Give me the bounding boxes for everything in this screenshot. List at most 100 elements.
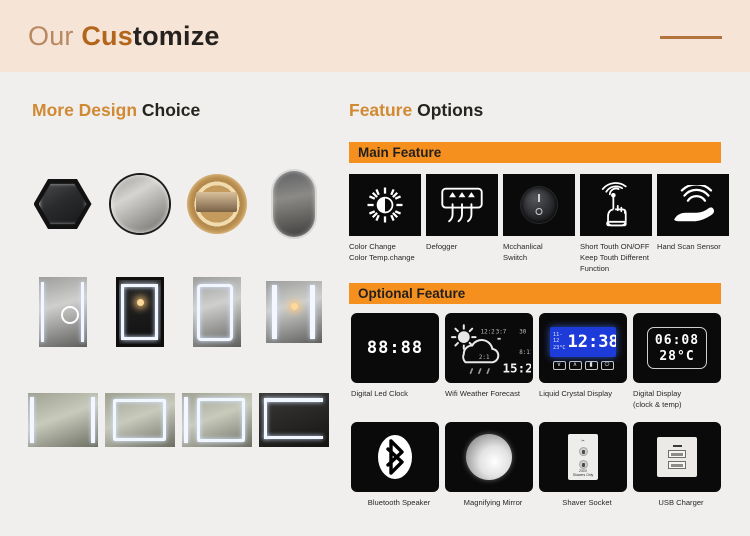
- gallery-item-vertical-led-mirror-magnifier[interactable]: [24, 260, 101, 364]
- feature-label-wifi-weather-forecast: Wifi Weather Forecast: [445, 389, 520, 398]
- shaver-socket-icon: ✂ 230V Shavers Only: [539, 422, 627, 492]
- gallery-item-vertical-frontlit-led-mirror[interactable]: [178, 260, 255, 364]
- gallery-item-vertical-framed-led-mirror[interactable]: [101, 260, 178, 364]
- main-feature-bar-label: Main Feature: [358, 145, 442, 160]
- shaver-socket-caption: 230V Shavers Only: [572, 468, 594, 477]
- gallery-item-round-led-mirror[interactable]: [101, 152, 178, 256]
- feature-label-digital-display: Digital Display (clock & temp): [633, 389, 682, 409]
- brightness-sun-icon: [349, 174, 421, 236]
- svg-text:2:1: 2:1: [479, 355, 490, 361]
- vertical-strip-mirror-shape: [265, 281, 322, 343]
- gallery-item-landscape-frontlit-frame-mirror[interactable]: [101, 368, 178, 472]
- svg-text:8:11: 8:11: [519, 350, 531, 356]
- usb-charger-icon: [633, 422, 721, 492]
- optional-feature-tiles-row1: 88:88 Digital Led Clock 12:2 3:7 30 2:1 …: [351, 313, 721, 410]
- gallery-item-hexagon-led-mirror[interactable]: [24, 152, 101, 256]
- svg-text:12:2: 12:2: [481, 330, 496, 336]
- wifi-weather-icon: 12:23:7 30 2:1 8:11 15:28: [445, 313, 533, 383]
- optional-feature-bar: Optional Feature: [349, 283, 721, 304]
- shaver-socket-plate: ✂ 230V Shavers Only: [568, 434, 598, 480]
- gallery-row: [24, 258, 334, 366]
- feature-tile-liquid-crystal-display[interactable]: 11-12 23°C 12:38 ∨ ∧ ▮ ⏻ Liquid Crystal …: [539, 313, 627, 410]
- feature-tile-touch-sensor[interactable]: Short Touth ON/OFF Keep Touth Different …: [580, 174, 652, 274]
- feature-tile-color-change[interactable]: Color Change Color Temp.change: [349, 174, 421, 274]
- lcd-button-power[interactable]: ⏻: [600, 360, 614, 370]
- right-section-title: Feature Options: [349, 100, 483, 121]
- lcd-button-up[interactable]: ∧: [568, 360, 582, 370]
- digital-display-temp: 28°C: [659, 348, 695, 364]
- feature-label-defogger: Defogger: [426, 242, 458, 251]
- lcd-temp: 23°C: [553, 344, 566, 351]
- feature-label-bluetooth-speaker: Bluetooth Speaker: [367, 498, 431, 507]
- gallery-row: [24, 150, 334, 258]
- header-accent-rule: [660, 36, 722, 39]
- page-title-accent: Cus: [81, 20, 133, 51]
- main-feature-tiles: Color Change Color Temp.change Defogger …: [349, 174, 729, 274]
- magnifying-mirror-icon: [445, 422, 533, 492]
- gallery-item-landscape-double-frame-mirror[interactable]: [178, 368, 255, 472]
- landscape-dark-mirror-shape: [258, 393, 329, 447]
- digital-led-clock-value: 88:88: [366, 338, 424, 358]
- lcd-date: 11-12: [553, 331, 563, 345]
- customize-feature-page: Our Customize More Design Choice Feature…: [0, 0, 750, 536]
- right-section-title-accent: Feature: [349, 100, 418, 120]
- landscape-mirror-shape: [27, 393, 98, 447]
- feature-label-shaver-socket: Shaver Socket: [562, 498, 612, 507]
- optional-feature-bar-label: Optional Feature: [358, 286, 466, 301]
- feature-label-magnifying-mirror: Magnifying Mirror: [463, 498, 523, 507]
- shaver-socket-top-mark: ✂: [581, 438, 585, 443]
- feature-tile-digital-led-clock[interactable]: 88:88 Digital Led Clock: [351, 313, 439, 410]
- feature-tile-magnifying-mirror[interactable]: Magnifying Mirror: [445, 422, 533, 508]
- digital-display-time: 06:08: [654, 332, 700, 348]
- round-warm-mirror-shape: [186, 174, 247, 234]
- landscape-double-frame-shape: [181, 393, 252, 447]
- lcd-button-mode[interactable]: ▮: [584, 360, 598, 370]
- digital-display-screen: 06:08 28°C: [647, 327, 707, 369]
- feature-label-hand-scan-sensor: Hand Scan Sensor: [657, 242, 721, 251]
- svg-text:3:7: 3:7: [496, 330, 507, 336]
- lcd-time: 12:38: [567, 331, 617, 352]
- page-header: Our Customize: [0, 0, 750, 72]
- feature-tile-digital-display[interactable]: 06:08 28°C Digital Display (clock & temp…: [633, 313, 721, 410]
- hexagon-mirror-shape: [33, 179, 92, 229]
- gallery-item-landscape-side-strip-mirror[interactable]: [24, 368, 101, 472]
- feature-label-liquid-crystal-display: Liquid Crystal Display: [539, 389, 613, 398]
- defogger-icon: [426, 174, 498, 236]
- gallery-item-oval-pill-led-mirror[interactable]: [255, 152, 332, 256]
- vertical-mirror-shape: [38, 277, 87, 347]
- main-feature-bar: Main Feature: [349, 142, 721, 163]
- feature-tile-defogger[interactable]: Defogger: [426, 174, 498, 274]
- mechanical-switch-icon: [503, 174, 575, 236]
- usb-charger-plate: [657, 437, 697, 477]
- feature-tile-usb-charger[interactable]: USB Charger: [633, 422, 721, 508]
- vertical-frontlit-mirror-shape: [192, 277, 241, 347]
- svg-text:30: 30: [519, 330, 527, 336]
- left-section-title: More Design Choice: [32, 100, 200, 121]
- feature-label-usb-charger: USB Charger: [658, 498, 704, 507]
- touch-sensor-icon: [580, 174, 652, 236]
- gallery-item-round-backlit-warm-mirror[interactable]: [178, 152, 255, 256]
- liquid-crystal-display-icon: 11-12 23°C 12:38 ∨ ∧ ▮ ⏻: [539, 313, 627, 383]
- feature-tile-shaver-socket[interactable]: ✂ 230V Shavers Only Shaver Socket: [539, 422, 627, 508]
- gallery-row: [24, 366, 334, 474]
- left-section-title-accent: More Design: [32, 100, 142, 120]
- vertical-dark-mirror-shape: [115, 277, 164, 347]
- lcd-button-group: ∨ ∧ ▮ ⏻: [552, 360, 614, 370]
- page-title-prefix: Our: [28, 20, 82, 51]
- feature-label-touch-sensor: Short Touth ON/OFF Keep Touth Different …: [580, 242, 650, 273]
- lcd-button-down[interactable]: ∨: [552, 360, 566, 370]
- gallery-item-vertical-side-strip-led-mirror[interactable]: [255, 260, 332, 364]
- feature-tile-bluetooth-speaker[interactable]: Bluetooth Speaker: [351, 422, 439, 508]
- digital-display-icon: 06:08 28°C: [633, 313, 721, 383]
- feature-tile-hand-scan-sensor[interactable]: Hand Scan Sensor: [657, 174, 729, 274]
- page-title-suffix: tomize: [132, 20, 220, 51]
- feature-tile-mechanical-switch[interactable]: Mcchanlical Swiitch: [503, 174, 575, 274]
- hand-scan-sensor-icon: [657, 174, 729, 236]
- feature-tile-wifi-weather-forecast[interactable]: 12:23:7 30 2:1 8:11 15:28 Wifi Weather For…: [445, 313, 533, 410]
- round-mirror-shape: [110, 175, 169, 233]
- digital-led-clock-icon: 88:88: [351, 313, 439, 383]
- right-section-title-rest: Options: [417, 100, 484, 120]
- gallery-item-landscape-dark-led-mirror[interactable]: [255, 368, 332, 472]
- feature-label-mechanical-switch: Mcchanlical Swiitch: [503, 242, 543, 262]
- feature-label-digital-led-clock: Digital Led Clock: [351, 389, 408, 398]
